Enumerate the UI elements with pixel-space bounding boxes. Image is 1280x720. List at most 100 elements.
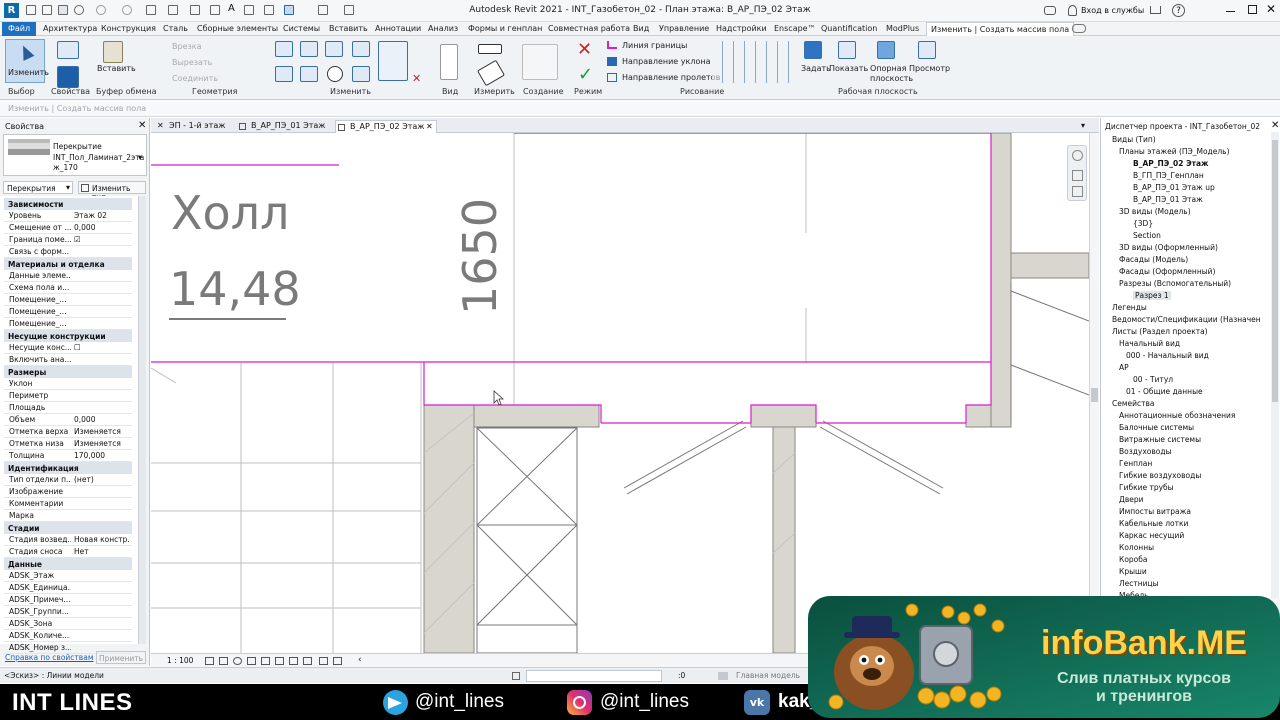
edit-type-button[interactable]: Изменить тип	[78, 181, 146, 202]
browser-tree-item[interactable]: Колонны	[1119, 543, 1154, 552]
user-icon[interactable]	[1068, 5, 1077, 16]
floor-plan-drawing[interactable]: Холл 14,48 1650	[151, 133, 1089, 653]
property-row[interactable]: Отметка низа Изменяется	[4, 438, 132, 450]
browser-tree-item[interactable]: Генплан	[1119, 459, 1152, 468]
scroll-thumb[interactable]	[1272, 140, 1278, 402]
property-row[interactable]: Связь с форм...	[4, 246, 132, 258]
offset-icon[interactable]	[300, 41, 318, 57]
tab-architecture[interactable]: Архитектура	[43, 24, 97, 33]
browser-tree-item[interactable]: Начальный вид	[1119, 339, 1180, 348]
properties-section-header[interactable]: Стадии	[4, 522, 132, 534]
drawing-canvas[interactable]: Холл 14,48 1650	[151, 133, 1089, 653]
properties-section-header[interactable]: Данные	[4, 558, 132, 570]
property-row[interactable]: Уклон	[4, 378, 132, 390]
ref-plane-icon[interactable]	[877, 41, 895, 59]
canvas-vertical-scrollbar[interactable]	[1089, 133, 1099, 653]
cancel-sketch-icon[interactable]: ✕	[577, 39, 592, 60]
property-value[interactable]: 0,000	[74, 415, 130, 424]
viewer-icon[interactable]	[918, 41, 936, 59]
browser-tree-item[interactable]: Импосты витража	[1119, 507, 1191, 516]
mirror-icon[interactable]	[325, 41, 343, 57]
pan-icon[interactable]	[1072, 186, 1083, 197]
shadows-icon[interactable]	[247, 657, 256, 665]
tab-collaborate[interactable]: Совместная работа	[548, 24, 630, 33]
tab-annotate[interactable]: Аннотации	[375, 24, 421, 33]
property-row[interactable]: ADSK_Зона	[4, 618, 132, 630]
property-row[interactable]: ADSK_Примеч...	[4, 594, 132, 606]
browser-tree-item[interactable]: Короба	[1119, 555, 1147, 564]
browser-tree-item[interactable]: Фасады (Оформленный)	[1119, 267, 1215, 276]
align-icon[interactable]	[275, 41, 293, 57]
property-value[interactable]: (нет)	[74, 475, 130, 484]
tab-view-ep-1[interactable]: ✕ ЭП - 1-й этаж	[155, 120, 235, 133]
property-row[interactable]: Толщина 170,000	[4, 450, 132, 462]
browser-tree[interactable]: Виды (Тип) Планы этажей (ПЭ_Модель) В_АР_П…	[1101, 132, 1271, 598]
cart-icon[interactable]	[1150, 6, 1161, 14]
property-value[interactable]: Нет	[74, 547, 130, 556]
close-window-icon[interactable]: ✕	[1266, 2, 1276, 16]
close-view-tab-icon[interactable]: ✕	[426, 122, 433, 131]
property-row[interactable]: Площадь	[4, 402, 132, 414]
type-selector[interactable]: Перекрытие INT_Пол_Ламинат_2эта ж_170 ▾	[3, 134, 147, 176]
browser-tree-item[interactable]: В_АР_ПЭ_02 Этаж	[1133, 159, 1208, 168]
property-row[interactable]: Марка	[4, 510, 132, 522]
reveal-constraints-icon[interactable]	[333, 657, 342, 665]
show-work-plane-button[interactable]: Показать	[829, 64, 868, 73]
tab-systems[interactable]: Системы	[283, 24, 320, 33]
property-value[interactable]: Изменяется	[74, 427, 130, 436]
browser-tree-item[interactable]: В_АР_ПЭ_01 Этаж up	[1133, 183, 1215, 192]
set-work-plane-icon[interactable]	[804, 41, 822, 59]
slope-arrow-icon[interactable]	[607, 57, 617, 66]
browser-tree-item[interactable]: 00 - Титул	[1133, 375, 1173, 384]
browser-tree-item[interactable]: 01 - Общие данные	[1126, 387, 1203, 396]
close-properties-icon[interactable]: ✕	[138, 120, 146, 131]
properties-grid[interactable]: Зависимости Уровень Этаж 02 Смещение от ...…	[0, 196, 140, 654]
tab-quantification[interactable]: Quantification	[821, 24, 877, 33]
properties-help-link[interactable]: Справка по свойствам	[5, 653, 93, 662]
split-icon[interactable]	[352, 66, 370, 82]
property-row[interactable]: ADSK_Количе...	[4, 630, 132, 642]
copy-icon[interactable]	[300, 66, 318, 82]
property-row[interactable]: Данные элеме...	[4, 270, 132, 282]
room-area-tag[interactable]: 14,48	[169, 262, 301, 316]
browser-tree-item[interactable]: Листы (Раздел проекта)	[1112, 327, 1208, 336]
property-row[interactable]: Смещение от ... 0,000	[4, 222, 132, 234]
tab-view-ar-02-active[interactable]: В_АР_ПЭ_02 Этаж ✕	[335, 120, 437, 133]
ribbon-options-icon[interactable]	[1072, 24, 1086, 33]
set-work-plane-button[interactable]: Задать	[801, 64, 831, 73]
group-select[interactable]: Выбор	[8, 87, 35, 96]
sign-in-label[interactable]: Вход в службы	[1081, 6, 1144, 15]
rotate-icon[interactable]	[327, 66, 343, 82]
type-dropdown-icon[interactable]: ▾	[138, 153, 142, 162]
property-row[interactable]: Помещение_...	[4, 294, 132, 306]
property-value[interactable]: Изменяется	[74, 439, 130, 448]
properties-section-header[interactable]: Идентификация	[4, 462, 132, 474]
browser-scrollbar[interactable]	[1271, 132, 1279, 598]
property-row[interactable]: Комментарии	[4, 498, 132, 510]
browser-tree-item[interactable]: {3D}	[1133, 219, 1153, 228]
finish-sketch-icon[interactable]: ✓	[578, 64, 593, 85]
property-row[interactable]: Несущие конс... ☐	[4, 342, 132, 354]
create-parts-icon[interactable]	[522, 44, 558, 80]
ref-plane-button[interactable]: Опорная плоскость	[870, 64, 913, 84]
browser-tree-item[interactable]: В_АР_ПЭ_01 Этаж	[1133, 195, 1203, 204]
tab-file[interactable]: Файл	[2, 22, 37, 36]
chevron-left-icon[interactable]: ‹	[358, 655, 362, 665]
tab-manage[interactable]: Управление	[659, 24, 709, 33]
browser-tree-item[interactable]: Разрез 1	[1133, 291, 1171, 300]
browser-tree-item[interactable]: АР	[1119, 363, 1129, 372]
boundary-line-icon[interactable]	[607, 41, 617, 49]
help-icon[interactable]: ?	[1172, 4, 1185, 17]
browser-tree-item[interactable]: Section	[1133, 231, 1161, 240]
tab-steel[interactable]: Сталь	[163, 24, 188, 33]
browser-tree-item[interactable]: Воздуховоды	[1119, 447, 1172, 456]
analytical-model-icon[interactable]	[303, 657, 312, 665]
browser-tree-item[interactable]: Балочные системы	[1119, 423, 1194, 432]
search-binoculars-icon[interactable]	[1044, 6, 1056, 15]
apply-button[interactable]: Применить	[96, 651, 146, 664]
measure-tool-icon[interactable]	[478, 44, 502, 54]
zoom-icon[interactable]	[1072, 170, 1083, 181]
browser-tree-item[interactable]: Лестницы	[1119, 579, 1159, 588]
visual-style-icon[interactable]	[219, 657, 228, 665]
property-row[interactable]: Отметка верха Изменяется	[4, 426, 132, 438]
